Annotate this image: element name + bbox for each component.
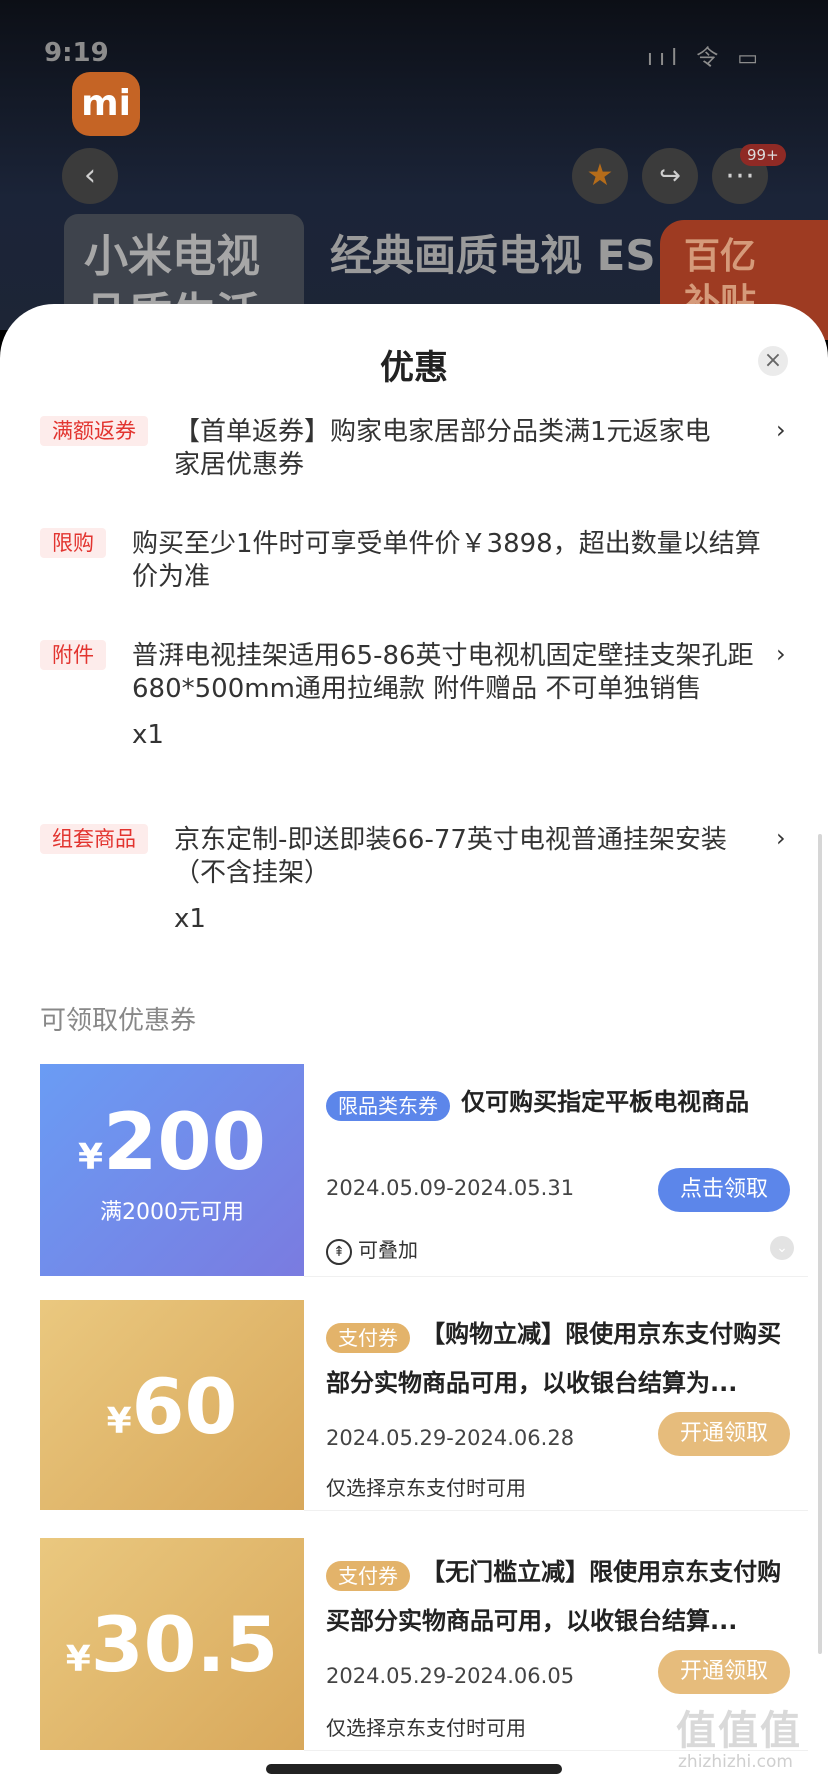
share-icon[interactable]: ↪ [642, 148, 698, 204]
coupon-date: 2024.05.09-2024.05.31 [326, 1176, 575, 1200]
watermark-logo: 值值值 [676, 1708, 802, 1754]
promotion-quantity: x1 [132, 720, 164, 750]
coupon-value-panel: ¥30.5 [40, 1538, 304, 1750]
coupon-date: 2024.05.29-2024.06.28 [326, 1426, 575, 1450]
promotion-tag: 附件 [40, 640, 106, 670]
coupon-info: 限品类东券 仅可购买指定平板电视商品 2024.05.09-2024.05.31… [304, 1064, 808, 1277]
chevron-right-icon[interactable]: › [776, 824, 786, 852]
status-icons: ııl 令 ▭ [646, 46, 764, 71]
coupon-title-row: 支付券 【无门槛立减】限使用京东支付购买部分实物商品可用，以收银台结算... [326, 1550, 794, 1648]
coupon-amount: 200 [103, 1098, 266, 1188]
scrollbar[interactable] [818, 834, 822, 1654]
coupon-note-text: 可叠加 [358, 1238, 418, 1262]
banner-title: 经典画质电视 ES [330, 231, 656, 280]
coupon-currency: ¥ [106, 1401, 132, 1442]
stack-icon: ⇞ [326, 1238, 352, 1265]
star-icon[interactable]: ★ [572, 148, 628, 204]
chevron-right-icon[interactable]: › [776, 640, 786, 668]
promotion-tag: 限购 [40, 528, 106, 558]
coupon-value-panel: ¥200 满2000元可用 [40, 1064, 304, 1276]
coupon-tag: 支付券 [326, 1560, 410, 1591]
promotion-item[interactable]: 附件 普湃电视挂架适用65-86英寸电视机固定壁挂支架孔距680*500mm通用… [40, 640, 800, 750]
coupon-value-panel: ¥60 [40, 1300, 304, 1510]
coupon-date: 2024.05.29-2024.06.05 [326, 1664, 575, 1688]
open-claim-button[interactable]: 开通领取 [658, 1412, 790, 1456]
open-claim-button[interactable]: 开通领取 [658, 1650, 790, 1694]
coupon-card: ¥60 支付券 【购物立减】限使用京东支付购买部分实物商品可用，以收银台结算为.… [40, 1300, 808, 1511]
coupon-title: 仅可购买指定平板电视商品 [461, 1088, 750, 1116]
close-icon[interactable]: × [758, 346, 788, 376]
coupon-amount: 60 [131, 1362, 238, 1451]
promotion-text: 购买至少1件时可享受单件价￥3898，超出数量以结算价为准 [132, 529, 761, 592]
coupon-tag: 支付券 [326, 1322, 410, 1353]
notification-badge: 99+ [740, 144, 786, 166]
coupon-title-row: 支付券 【购物立减】限使用京东支付购买部分实物商品可用，以收银台结算为... [326, 1312, 794, 1410]
promotion-item: 限购 购买至少1件时可享受单件价￥3898，超出数量以结算价为准 [40, 528, 800, 594]
coupon-info: 支付券 【购物立减】限使用京东支付购买部分实物商品可用，以收银台结算为... 2… [304, 1300, 808, 1511]
coupon-condition: 满2000元可用 [100, 1200, 244, 1225]
mi-logo-icon: mi [72, 72, 140, 136]
promotion-text: 普湃电视挂架适用65-86英寸电视机固定壁挂支架孔距680*500mm通用拉绳款… [132, 641, 754, 704]
coupon-note-text: 仅选择京东支付时可用 [326, 1476, 526, 1500]
claim-coupon-button[interactable]: 点击领取 [658, 1168, 790, 1212]
sheet-title: 优惠 [380, 348, 448, 388]
chevron-right-icon[interactable]: › [776, 416, 786, 444]
coupon-section-title: 可领取优惠券 [40, 1006, 197, 1036]
discount-sheet: 优惠 × 满额返券 【首单返券】购家电家居部分品类满1元返家电家居优惠券 › 限… [0, 304, 828, 1792]
promotion-item[interactable]: 满额返券 【首单返券】购家电家居部分品类满1元返家电家居优惠券 › [40, 416, 800, 482]
coupon-amount: 30.5 [90, 1600, 279, 1689]
promotion-tag: 满额返券 [40, 416, 148, 446]
coupon-note: ⇞ 可叠加 [326, 1234, 418, 1265]
back-icon[interactable]: ‹ [62, 148, 118, 204]
coupon-tag: 限品类东券 [326, 1090, 450, 1121]
coupon-title-row: 限品类东券 仅可购买指定平板电视商品 [326, 1080, 798, 1124]
status-time: 9:19 [44, 38, 109, 68]
coupon-card: ¥200 满2000元可用 限品类东券 仅可购买指定平板电视商品 2024.05… [40, 1064, 808, 1277]
coupon-currency: ¥ [78, 1137, 104, 1178]
coupon-note-text: 仅选择京东支付时可用 [326, 1716, 526, 1740]
promotion-quantity: x1 [174, 904, 206, 934]
home-indicator[interactable] [266, 1764, 562, 1774]
promotion-item[interactable]: 组套商品 京东定制-即送即装66-77英寸电视普通挂架安装（不含挂架） x1 › [40, 824, 800, 934]
coupon-currency: ¥ [65, 1639, 91, 1680]
chevron-down-icon[interactable]: ⌄ [770, 1236, 794, 1260]
promotion-tag: 组套商品 [40, 824, 148, 854]
watermark-url: zhizhizhi.com [678, 1752, 793, 1772]
